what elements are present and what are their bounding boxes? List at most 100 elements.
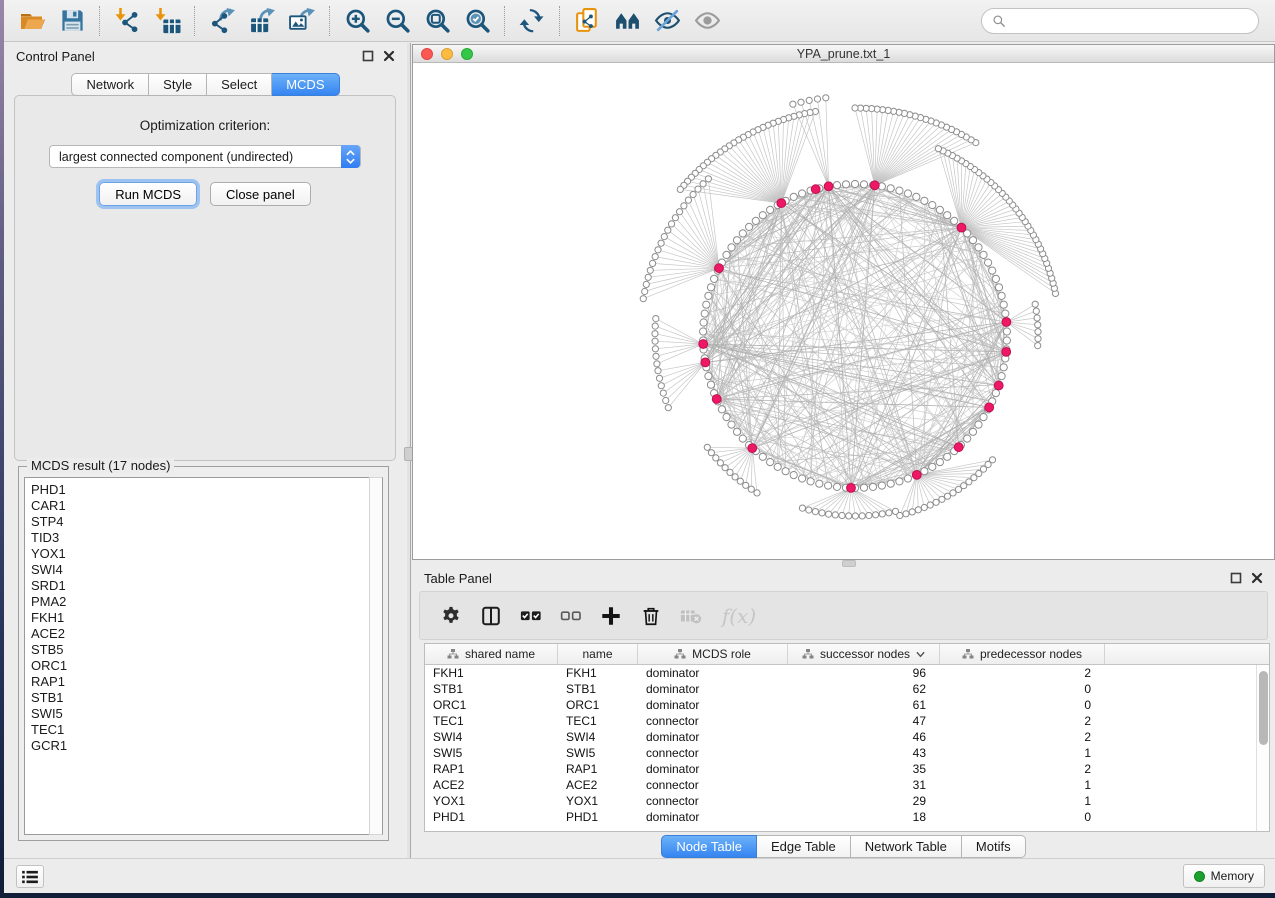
mcds-result-node[interactable]: TEC1 [31,722,382,738]
scrollbar-thumb[interactable] [1259,671,1268,745]
table-scrollbar[interactable] [1256,665,1269,831]
hide-eye-icon [654,7,681,34]
select-all-rows-button[interactable] [516,599,546,633]
table-row[interactable]: FKH1FKH1dominator962 [425,665,1269,681]
deselect-all-rows-button[interactable] [556,599,586,633]
network-titlebar[interactable]: YPA_prune.txt_1 [413,45,1274,63]
close-panel-icon[interactable] [383,50,395,62]
table-type-tabs: Node TableEdge TableNetwork TableMotifs [412,835,1275,858]
zoom-selected-button[interactable] [457,3,497,39]
mcds-result-node[interactable]: TID3 [31,530,382,546]
save-session-button[interactable] [52,3,92,39]
network-title: YPA_prune.txt_1 [413,47,1274,61]
column-header-predecessor-nodes[interactable]: predecessor nodes [940,644,1105,664]
import-table-button[interactable] [147,3,187,39]
show-all-button[interactable] [687,3,727,39]
zoom-in-button[interactable] [337,3,377,39]
export-network-button[interactable] [202,3,242,39]
plus-icon [600,605,622,627]
mcds-result-node[interactable]: ACE2 [31,626,382,642]
mcds-result-node[interactable]: STP4 [31,514,382,530]
task-history-button[interactable] [16,865,44,888]
table-row[interactable]: SWI4SWI4dominator462 [425,729,1269,745]
mcds-result-node[interactable]: CAR1 [31,498,382,514]
mcds-result-node[interactable]: STB1 [31,690,382,706]
table-row[interactable]: SWI5SWI5connector431 [425,745,1269,761]
optimization-criterion-select[interactable]: largest connected component (undirected) [49,145,361,168]
open-file-button[interactable] [12,3,52,39]
cell-name: TEC1 [558,713,638,729]
cell-successor-nodes: 31 [788,777,940,793]
mcds-result-node[interactable]: YOX1 [31,546,382,562]
memory-label: Memory [1211,869,1254,883]
column-header-shared-name[interactable]: shared name [425,644,558,664]
zoom-fit-button[interactable] [417,3,457,39]
horizontal-splitter-grip[interactable] [842,560,856,567]
vertical-splitter[interactable] [407,43,411,858]
criterion-selected-value: largest connected component (undirected) [50,150,293,164]
tab-mcds[interactable]: MCDS [272,73,339,96]
tree-icon [962,648,974,660]
table-row[interactable]: STB1STB1dominator620 [425,681,1269,697]
import-network-button[interactable] [107,3,147,39]
mcds-result-node[interactable]: GCR1 [31,738,382,754]
first-neighbors-button[interactable] [607,3,647,39]
cell-shared-name: TEC1 [425,713,558,729]
show-columns-button[interactable] [476,599,506,633]
memory-button[interactable]: Memory [1183,864,1265,888]
delete-column-button[interactable] [636,599,666,633]
mcds-result-node[interactable]: FKH1 [31,610,382,626]
task-list-icon [22,870,38,884]
mcds-result-node[interactable]: PMA2 [31,594,382,610]
search-input[interactable] [1012,14,1248,29]
mcds-result-list[interactable]: PHD1CAR1STP4TID3YOX1SWI4SRD1PMA2FKH1ACE2… [24,477,383,835]
table-row[interactable]: ORC1ORC1dominator610 [425,697,1269,713]
mcds-list-scrollbar[interactable] [369,477,383,835]
table-row[interactable]: TEC1TEC1connector472 [425,713,1269,729]
zoom-out-button[interactable] [377,3,417,39]
mcds-result-node[interactable]: SRD1 [31,578,382,594]
table-row[interactable]: YOX1YOX1connector291 [425,793,1269,809]
column-header-MCDS-role[interactable]: MCDS role [638,644,788,664]
tab-edge-table[interactable]: Edge Table [757,835,851,858]
add-column-button[interactable] [596,599,626,633]
column-header-name[interactable]: name [558,644,638,664]
tab-select[interactable]: Select [207,73,272,96]
table-row[interactable]: PHD1PHD1dominator180 [425,809,1269,825]
export-table-icon [249,7,276,34]
clone-network-icon [574,7,601,34]
mcds-result-node[interactable]: STB5 [31,642,382,658]
memory-status-icon [1194,871,1205,882]
apply-layout-button[interactable] [512,3,552,39]
mcds-result-node[interactable]: ORC1 [31,658,382,674]
tab-node-table[interactable]: Node Table [661,835,757,858]
hide-selected-button[interactable] [647,3,687,39]
search-icon [992,14,1006,28]
float-table-panel-icon[interactable] [1230,572,1242,584]
mcds-result-node[interactable]: SWI5 [31,706,382,722]
mcds-result-node[interactable]: SWI4 [31,562,382,578]
export-table-button[interactable] [242,3,282,39]
tab-network-table[interactable]: Network Table [851,835,962,858]
mcds-result-node[interactable]: RAP1 [31,674,382,690]
tab-network[interactable]: Network [71,73,149,96]
network-canvas[interactable] [413,64,1274,559]
export-image-button[interactable] [282,3,322,39]
toolbar-separator [99,6,100,36]
table-settings-button[interactable] [436,599,466,633]
export-network-icon [209,7,236,34]
tab-motifs[interactable]: Motifs [962,835,1026,858]
table-row[interactable]: ACE2ACE2connector311 [425,777,1269,793]
cell-successor-nodes: 96 [788,665,940,681]
close-table-panel-icon[interactable] [1251,572,1263,584]
tab-style[interactable]: Style [149,73,207,96]
run-mcds-button[interactable]: Run MCDS [99,182,197,206]
network-from-selection-button[interactable] [567,3,607,39]
cell-predecessor-nodes: 1 [940,745,1105,761]
close-panel-button[interactable]: Close panel [210,182,311,206]
float-panel-icon[interactable] [362,50,374,62]
column-header-successor-nodes[interactable]: successor nodes [788,644,940,664]
table-row[interactable]: RAP1RAP1dominator352 [425,761,1269,777]
mcds-result-node[interactable]: PHD1 [31,482,382,498]
cell-predecessor-nodes: 2 [940,713,1105,729]
